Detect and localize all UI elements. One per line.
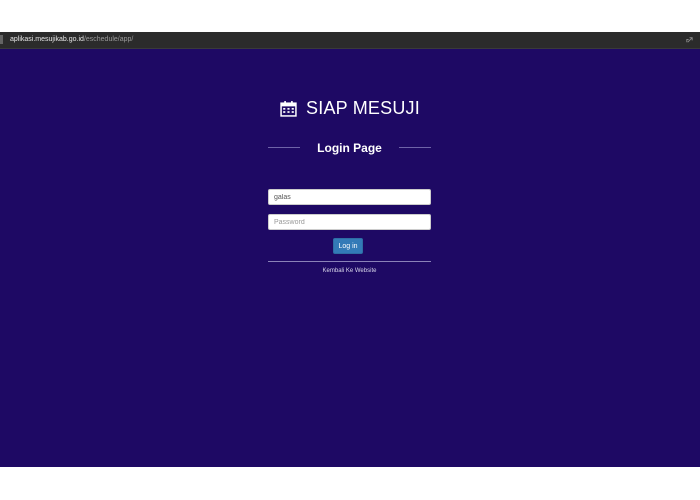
username-input[interactable]	[268, 189, 431, 205]
url-host: aplikasi.mesujikab.go.id	[10, 36, 84, 43]
login-heading-row: Login Page	[268, 139, 431, 157]
heading-rule-right	[399, 147, 431, 148]
share-icon[interactable]	[685, 35, 694, 44]
login-heading: Login Page	[317, 141, 382, 155]
url-text[interactable]: aplikasi.mesujikab.go.id/eschedule/app/	[10, 35, 133, 45]
brand-header: SIAP MESUJI	[0, 96, 700, 120]
tab-edge-icon	[0, 35, 3, 44]
password-input[interactable]	[268, 214, 431, 230]
screenshot-frame: aplikasi.mesujikab.go.id/eschedule/app/ …	[0, 0, 700, 500]
url-path: /eschedule/app/	[83, 36, 134, 43]
bottom-margin	[0, 467, 700, 500]
app-title: SIAP MESUJI	[306, 97, 420, 118]
login-button[interactable]: Log in	[333, 238, 363, 254]
form-divider	[268, 261, 431, 262]
back-to-website-link[interactable]: Kembali Ke Website	[268, 267, 431, 276]
browser-address-bar[interactable]: aplikasi.mesujikab.go.id/eschedule/app/	[0, 32, 700, 49]
top-margin	[0, 0, 700, 32]
calendar-icon	[280, 100, 297, 117]
